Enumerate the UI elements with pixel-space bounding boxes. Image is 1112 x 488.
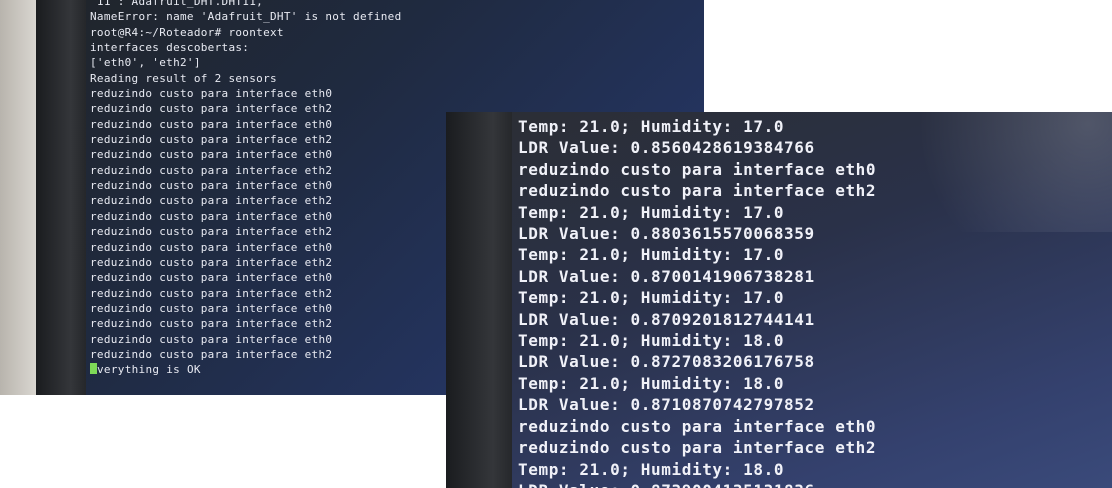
terminal-line: reduzindo custo para interface eth0 [90, 271, 333, 285]
terminal-line: Temp: 21.0; Humidity: 17.0 [518, 117, 785, 136]
terminal-line: Temp: 21.0; Humidity: 18.0 [518, 373, 785, 393]
terminal-line: LDR Value: 0.8739004135131836 [518, 480, 876, 488]
terminal-line: reduzindo custo para interface eth2 [90, 225, 333, 239]
terminal-line: reduzindo custo para interface eth0 [90, 87, 333, 101]
terminal-line: reduzindo custo para interface eth2 [90, 317, 333, 331]
terminal-line: reduzindo custo para interface eth0 [518, 416, 877, 436]
terminal-line: LDR Value: 0.8700141906738281 [518, 266, 815, 286]
terminal-line: Reading result of 2 sensors [90, 71, 277, 85]
terminal-line: LDR Value: 0.8710870742797852 [518, 395, 815, 415]
terminal-line: NameError: name 'Adafruit_DHT' is not de… [90, 10, 402, 24]
terminal-line: reduzindo custo para interface eth0 [90, 117, 333, 131]
terminal-line: interfaces descobertas: [90, 41, 250, 55]
terminal-line: reduzindo custo para interface eth2 [90, 163, 333, 177]
desk-background [0, 0, 36, 395]
terminal-screen-right: Temp: 21.0; Humidity: 17.0 LDR Value: 0.8… [512, 112, 1112, 488]
terminal-line: reduzindo custo para interface eth2 [90, 194, 333, 208]
terminal-line: Temp: 21.0; Humidity: 17.0 [518, 245, 785, 265]
terminal-line: reduzindo custo para interface eth2 [90, 133, 333, 147]
terminal-line: LDR Value: 0.8803615570068359 [518, 224, 815, 244]
terminal-line: Temp: 21.0; Humidity: 18.0 [518, 331, 785, 351]
terminal-line: ['eth0', 'eth2'] [90, 56, 201, 70]
terminal-line: root@R4:~/Roteador# roontext [90, 25, 284, 39]
terminal-line: reduzindo custo para interface eth0 [90, 209, 333, 223]
terminal-line: LDR Value: 0.8709201812744141 [518, 309, 815, 329]
cursor: E [90, 363, 97, 375]
terminal-line: LDR Value: 0.8727083206176758 [518, 352, 815, 372]
screen-glare [872, 112, 1112, 232]
terminal-line: reduzindo custo para interface eth0 [90, 179, 333, 193]
terminal-line: reduzindo custo para interface eth0 [90, 301, 333, 315]
terminal-line: reduzindo custo para interface eth2 [90, 286, 333, 300]
terminal-output-right: Temp: 21.0; Humidity: 17.0 LDR Value: 0.8… [518, 116, 876, 488]
terminal-line: reduzindo custo para interface eth2 [90, 255, 333, 269]
terminal-line: reduzindo custo para interface eth0 [90, 332, 333, 346]
terminal-line: reduzindo custo para interface eth2 [90, 347, 333, 361]
terminal-line: reduzindo custo para interface eth2 [90, 102, 333, 116]
terminal-line: Temp: 21.0; Humidity: 17.0 [518, 202, 785, 222]
terminal-line: LDR Value: 0.8560428619384766 [518, 138, 815, 158]
terminal-line: reduzindo custo para interface eth2 [518, 181, 877, 201]
terminal-line: reduzindo custo para interface eth2 [518, 438, 877, 458]
terminal-line: Temp: 21.0; Humidity: 18.0 [518, 459, 785, 479]
terminal-line-status: Everything is OK [90, 362, 402, 377]
terminal-line: reduzindo custo para interface eth0 [518, 159, 877, 179]
terminal-line: reduzindo custo para interface eth0 [90, 148, 333, 162]
terminal-line: reduzindo custo para interface eth0 [90, 240, 333, 254]
terminal-output-left: '11': Adafruit_DHT.DHT11, NameError: name… [90, 0, 402, 378]
terminal-line: '11': Adafruit_DHT.DHT11, [90, 0, 264, 8]
status-text: verything is OK [97, 363, 201, 377]
terminal-line: Temp: 21.0; Humidity: 17.0 [518, 288, 785, 308]
right-screen-photo: Temp: 21.0; Humidity: 17.0 LDR Value: 0.8… [446, 112, 1112, 488]
